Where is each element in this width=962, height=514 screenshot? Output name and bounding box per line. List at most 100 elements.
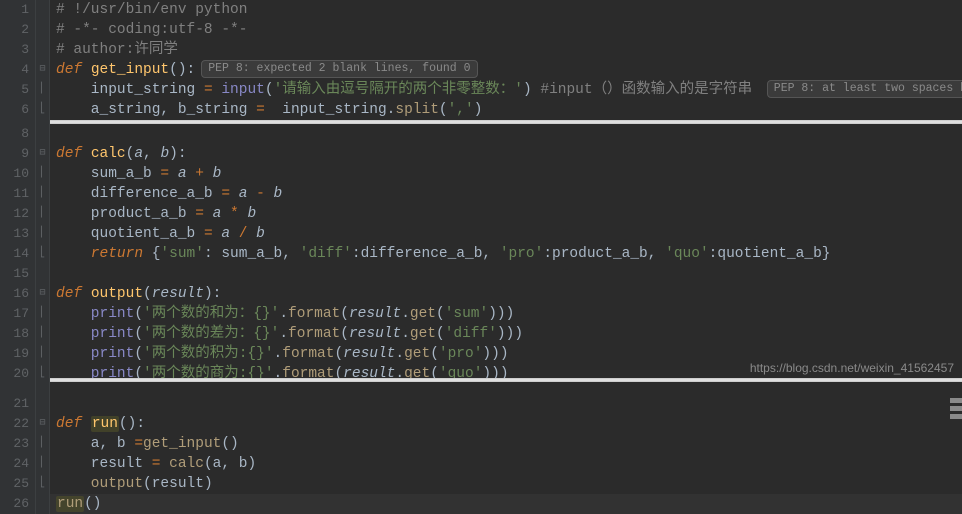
- operator: =: [204, 226, 213, 242]
- line-number: 20: [0, 364, 29, 384]
- fold-marker[interactable]: [36, 40, 49, 60]
- fold-marker[interactable]: ⎜: [36, 434, 49, 454]
- code-line: a, b =get_input(): [50, 434, 962, 454]
- code-area[interactable]: # !/usr/bin/env python # -*- coding:utf-…: [50, 0, 962, 514]
- paren: ):: [169, 146, 186, 162]
- call-get-input: get_input: [143, 436, 221, 452]
- paren: ): [474, 102, 483, 118]
- code-line: def run():: [50, 414, 962, 434]
- fold-marker[interactable]: ⊟: [36, 144, 49, 164]
- fold-marker[interactable]: [36, 264, 49, 284]
- builtin-input: input: [213, 82, 265, 98]
- scroll-handle-icon[interactable]: [950, 398, 962, 403]
- fold-marker[interactable]: [36, 124, 49, 144]
- fold-marker[interactable]: ⎣: [36, 244, 49, 264]
- fold-marker[interactable]: ⊟: [36, 414, 49, 434]
- line-number: 4: [0, 60, 29, 80]
- inspection-hint[interactable]: PEP 8: expected 2 blank lines, found 0: [201, 60, 477, 78]
- identifier: quotient_a_b: [56, 226, 204, 242]
- line-number: 26: [0, 494, 29, 514]
- line-number: 15: [0, 264, 29, 284]
- string: 'diff': [300, 246, 352, 262]
- method-get: get: [410, 326, 436, 342]
- fold-marker[interactable]: ⎜: [36, 304, 49, 324]
- operator: =: [134, 436, 143, 452]
- paren: ):: [204, 286, 221, 302]
- pane-divider[interactable]: [50, 120, 962, 124]
- method-format: format: [288, 326, 340, 342]
- code-line: quotient_a_b = a / b: [50, 224, 962, 244]
- string: 'quo': [665, 246, 709, 262]
- string: 'pro': [439, 346, 483, 362]
- fold-marker[interactable]: ⎜: [36, 344, 49, 364]
- fold-marker[interactable]: ⎜: [36, 184, 49, 204]
- fold-marker[interactable]: [36, 20, 49, 40]
- line-number: 19: [0, 344, 29, 364]
- line-number: 23: [0, 434, 29, 454]
- fold-marker[interactable]: ⊟: [36, 60, 49, 80]
- fold-marker[interactable]: ⊟: [36, 284, 49, 304]
- operator: =: [160, 166, 169, 182]
- identifier: a: [56, 436, 100, 452]
- code-editor[interactable]: 1 2 3 4 5 6 8 9 10 11 12 13 14 15 16 17 …: [0, 0, 962, 514]
- comment: # !/usr/bin/env python: [56, 2, 247, 18]
- code-line: print('两个数的差为：{}'.format(result.get('dif…: [50, 324, 962, 344]
- operator: =: [256, 102, 265, 118]
- fold-marker[interactable]: ⎜: [36, 324, 49, 344]
- string: 'pro': [500, 246, 544, 262]
- fold-marker[interactable]: ⎣: [36, 100, 49, 120]
- string: 'diff': [445, 326, 497, 342]
- line-number: 17: [0, 304, 29, 324]
- identifier: result: [152, 476, 204, 492]
- code-line: result = calc(a, b): [50, 454, 962, 474]
- code-line: # author:许同学: [50, 40, 962, 60]
- paren: (: [439, 102, 448, 118]
- keyword-def: def: [56, 146, 91, 162]
- code-line: def get_input():PEP 8: expected 2 blank …: [50, 60, 962, 80]
- string: '两个数的和为：{}': [143, 306, 279, 322]
- code-line: # -*- coding:utf-8 -*-: [50, 20, 962, 40]
- fold-marker[interactable]: ⎣: [36, 474, 49, 494]
- fold-marker[interactable]: [36, 494, 49, 514]
- fold-marker[interactable]: [36, 0, 49, 20]
- scroll-handle-icon[interactable]: [950, 406, 962, 411]
- line-number: 14: [0, 244, 29, 264]
- code-line: run(): [50, 494, 962, 514]
- identifier: b: [117, 436, 134, 452]
- inspection-hint[interactable]: PEP 8: at least two spaces bef: [767, 80, 962, 98]
- func-name: get_input: [91, 62, 169, 78]
- builtin-print: print: [56, 306, 134, 322]
- identifier: input_string.: [265, 102, 396, 118]
- code-line: [50, 394, 962, 414]
- pane-divider[interactable]: [50, 378, 962, 382]
- line-number: 11: [0, 184, 29, 204]
- keyword-def: def: [56, 286, 91, 302]
- fold-marker[interactable]: ⎜: [36, 224, 49, 244]
- keyword-def: def: [56, 62, 91, 78]
- fold-marker[interactable]: ⎜: [36, 204, 49, 224]
- line-number: 12: [0, 204, 29, 224]
- keyword-return: return: [56, 246, 152, 262]
- fold-marker[interactable]: ⎣: [36, 364, 49, 384]
- builtin-print: print: [56, 346, 134, 362]
- operator: =: [204, 82, 213, 98]
- param: result: [152, 286, 204, 302]
- comment: # -*- coding:utf-8 -*-: [56, 22, 247, 38]
- method-get: get: [404, 346, 430, 362]
- call-output: output: [56, 476, 143, 492]
- fold-marker[interactable]: [36, 394, 49, 414]
- param: a: [178, 166, 187, 182]
- operator: *: [221, 206, 247, 222]
- scroll-handle-icon[interactable]: [950, 414, 962, 419]
- param: a: [221, 226, 230, 242]
- fold-column: ⊟ ⎜ ⎣ ⊟ ⎜ ⎜ ⎜ ⎜ ⎣ ⊟ ⎜ ⎜ ⎜ ⎣ ⊟ ⎜ ⎜ ⎣: [36, 0, 50, 514]
- code-line: print('两个数的和为：{}'.format(result.get('sum…: [50, 304, 962, 324]
- identifier: b_string: [178, 102, 256, 118]
- fold-marker[interactable]: ⎜: [36, 164, 49, 184]
- fold-marker[interactable]: ⎜: [36, 454, 49, 474]
- line-number: 21: [0, 394, 29, 414]
- call-run: run: [56, 496, 84, 512]
- param: b: [213, 166, 222, 182]
- fold-marker[interactable]: ⎜: [36, 80, 49, 100]
- call-calc: calc: [169, 456, 204, 472]
